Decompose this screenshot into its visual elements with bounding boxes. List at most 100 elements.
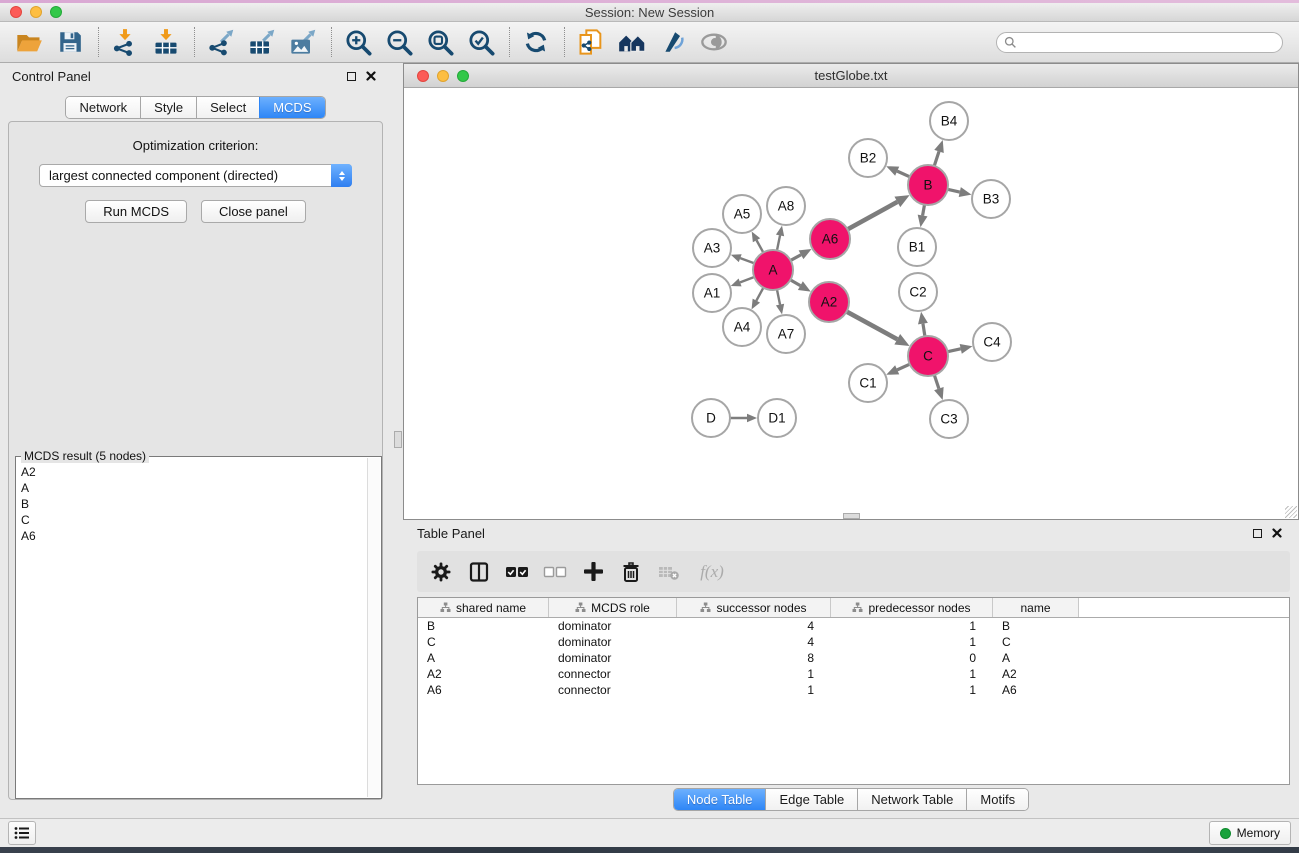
graph-node-A8[interactable]: A8 <box>767 187 805 225</box>
table-row[interactable]: Bdominator41B <box>418 618 1289 634</box>
graph-node-A6[interactable]: A6 <box>810 219 850 259</box>
delete-table-button[interactable] <box>654 557 684 587</box>
toggle-view-button[interactable] <box>697 25 731 59</box>
tab-select[interactable]: Select <box>196 97 259 118</box>
table-cell[interactable]: connector <box>549 666 677 682</box>
close-panel-button-2[interactable]: Close panel <box>201 200 306 223</box>
table-cell[interactable]: 4 <box>677 634 831 650</box>
horizontal-splitter-handle[interactable] <box>843 513 860 519</box>
home-button[interactable] <box>615 25 649 59</box>
table-settings-button[interactable] <box>426 557 456 587</box>
result-list-scrollbar[interactable] <box>367 458 380 797</box>
network-zoom-button[interactable] <box>457 70 469 82</box>
network-minimize-button[interactable] <box>437 70 449 82</box>
table-cell[interactable]: A2 <box>418 666 549 682</box>
result-item[interactable]: A <box>21 480 380 496</box>
graph-edge-A-A2[interactable] <box>790 280 810 292</box>
close-table-panel-button[interactable] <box>1269 525 1285 541</box>
graph-edge-A2-C[interactable] <box>847 312 910 346</box>
graph-edge-C-C3[interactable] <box>934 375 943 400</box>
zoom-out-button[interactable] <box>382 25 416 59</box>
table-cell[interactable]: 1 <box>831 682 993 698</box>
graph-node-A1[interactable]: A1 <box>693 274 731 312</box>
export-image-button[interactable] <box>286 25 320 59</box>
graph-edge-A-A5[interactable] <box>752 231 764 252</box>
graph-node-A3[interactable]: A3 <box>693 229 731 267</box>
tab-node-table[interactable]: Node Table <box>674 789 766 810</box>
table-cell[interactable]: dominator <box>549 650 677 666</box>
open-folder-button[interactable] <box>12 25 46 59</box>
table-row[interactable]: A6connector11A6 <box>418 682 1289 698</box>
deselect-all-button[interactable] <box>540 557 570 587</box>
table-cell[interactable]: C <box>418 634 549 650</box>
graph-node-D1[interactable]: D1 <box>758 399 796 437</box>
table-cell[interactable]: 1 <box>831 666 993 682</box>
tab-style[interactable]: Style <box>140 97 196 118</box>
task-history-button[interactable] <box>8 821 36 845</box>
graph-node-B2[interactable]: B2 <box>849 139 887 177</box>
import-table-button[interactable] <box>149 25 183 59</box>
tab-network-table[interactable]: Network Table <box>857 789 966 810</box>
graph-edge-A-A3[interactable] <box>731 254 754 263</box>
table-cell[interactable]: 0 <box>831 650 993 666</box>
select-all-button[interactable] <box>502 557 532 587</box>
show-hide-graphics-details-button[interactable] <box>656 25 690 59</box>
save-session-button[interactable] <box>53 25 87 59</box>
table-cell[interactable]: 1 <box>677 682 831 698</box>
graph-edge-C-C1[interactable] <box>886 364 910 375</box>
table-cell[interactable]: B <box>993 618 1079 634</box>
tab-motifs[interactable]: Motifs <box>966 789 1028 810</box>
float-table-panel-button[interactable] <box>1249 525 1265 541</box>
graph-edge-C-C4[interactable] <box>948 344 973 354</box>
table-cell[interactable]: B <box>418 618 549 634</box>
graph-edge-A-A8[interactable] <box>776 226 784 251</box>
graph-node-C3[interactable]: C3 <box>930 400 968 438</box>
graph-node-C4[interactable]: C4 <box>973 323 1011 361</box>
zoom-fit-button[interactable] <box>423 25 457 59</box>
search-box[interactable] <box>996 32 1283 53</box>
memory-button[interactable]: Memory <box>1209 821 1291 845</box>
graph-node-B3[interactable]: B3 <box>972 180 1010 218</box>
graph-edge-A-A1[interactable] <box>731 277 755 286</box>
graph-edge-B-B4[interactable] <box>934 140 944 166</box>
graph-edge-A-A4[interactable] <box>752 288 764 310</box>
column-header-MCDS-role[interactable]: MCDS role <box>549 598 677 617</box>
zoom-selected-button[interactable] <box>464 25 498 59</box>
graph-node-C[interactable]: C <box>908 336 948 376</box>
tab-mcds[interactable]: MCDS <box>259 97 324 118</box>
graph-node-A2[interactable]: A2 <box>809 282 849 322</box>
refresh-layout-button[interactable] <box>519 25 553 59</box>
graph-node-B[interactable]: B <box>908 165 948 205</box>
graph-node-C1[interactable]: C1 <box>849 364 887 402</box>
graph-node-A5[interactable]: A5 <box>723 195 761 233</box>
import-network-button[interactable] <box>108 25 142 59</box>
graph-edge-A-A6[interactable] <box>791 249 812 260</box>
graph-edge-D-D1[interactable] <box>730 414 757 422</box>
result-item[interactable]: A6 <box>21 528 380 544</box>
graph-node-C2[interactable]: C2 <box>899 273 937 311</box>
table-cell[interactable]: A <box>993 650 1079 666</box>
result-item[interactable]: A2 <box>21 464 380 480</box>
network-close-button[interactable] <box>417 70 429 82</box>
column-header-predecessor-nodes[interactable]: predecessor nodes <box>831 598 993 617</box>
table-cell[interactable]: 4 <box>677 618 831 634</box>
close-window-button[interactable] <box>10 6 22 18</box>
column-header-successor-nodes[interactable]: successor nodes <box>677 598 831 617</box>
zoom-in-button[interactable] <box>341 25 375 59</box>
graph-node-D[interactable]: D <box>692 399 730 437</box>
table-row[interactable]: Cdominator41C <box>418 634 1289 650</box>
float-panel-button[interactable] <box>343 68 359 84</box>
table-columns-button[interactable] <box>464 557 494 587</box>
export-network-button[interactable] <box>204 25 238 59</box>
table-row[interactable]: A2connector11A2 <box>418 666 1289 682</box>
search-input[interactable] <box>1021 33 1282 52</box>
result-item[interactable]: B <box>21 496 380 512</box>
table-cell[interactable]: connector <box>549 682 677 698</box>
table-cell[interactable]: 1 <box>677 666 831 682</box>
tab-edge-table[interactable]: Edge Table <box>765 789 857 810</box>
minimize-window-button[interactable] <box>30 6 42 18</box>
graph-node-A[interactable]: A <box>753 250 793 290</box>
vertical-splitter-handle[interactable] <box>394 431 402 448</box>
close-panel-button[interactable] <box>363 68 379 84</box>
delete-row-button[interactable] <box>616 557 646 587</box>
